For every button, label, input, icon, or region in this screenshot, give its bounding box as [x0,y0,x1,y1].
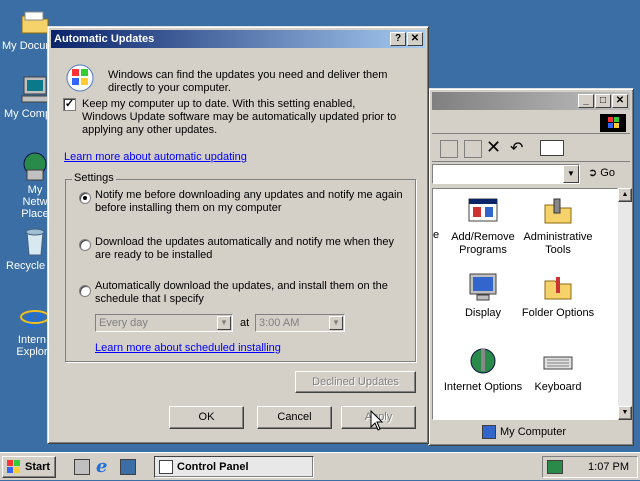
close-button[interactable]: ✕ [407,32,423,46]
cp-item-label: Administrative Tools [523,231,593,256]
go-button[interactable]: ➲ Go [588,166,615,179]
schedule-day-value: Every day [99,317,148,329]
cp-item-display[interactable]: Display [443,271,523,320]
menu-bar [432,112,630,134]
clock[interactable]: 1:07 PM [588,461,629,473]
taskbar-task-label: Control Panel [177,461,249,473]
control-panel-icon [159,460,173,474]
go-arrow-icon: ➲ [588,167,598,179]
content-area: e Add/Remove Programs Administrative Too… [432,188,618,420]
keep-up-to-date-checkbox[interactable]: ✓ [63,98,76,111]
schedule-day-select[interactable]: Every day ▼ [95,314,233,332]
go-label: Go [600,167,615,179]
option-download-label[interactable]: Download the updates automatically and n… [95,236,410,262]
status-text: My Computer [500,426,567,438]
undo-icon[interactable]: ↶ [510,138,523,158]
settings-group-label: Settings [72,172,116,184]
start-button[interactable]: Start [2,456,56,478]
dialog-titlebar[interactable]: Automatic Updates ? ✕ [51,30,425,48]
minimize-button[interactable]: _ [578,94,594,108]
partial-label: e [433,229,440,241]
system-tray: 1:07 PM [542,456,638,478]
windows-logo-icon [7,460,21,474]
close-button[interactable]: ✕ [612,94,628,108]
network-tray-icon[interactable] [547,460,563,474]
folder-options-icon [542,271,574,303]
quick-launch-desktop-icon[interactable] [74,459,90,475]
delete-icon[interactable]: ✕ [486,137,501,158]
chevron-down-icon[interactable]: ▼ [329,316,343,330]
start-label: Start [25,461,51,473]
status-bar: My Computer [432,424,630,442]
cp-item-label: Add/Remove Programs [451,231,515,256]
cp-item-keyboard[interactable]: Keyboard [518,345,598,394]
vertical-scrollbar[interactable]: ▲ ▼ [618,188,632,420]
option-notify-label[interactable]: Notify me before downloading any updates… [95,189,405,215]
cp-item-label: Keyboard [534,381,582,393]
cancel-button[interactable]: Cancel [257,406,332,429]
windows-update-icon [64,61,96,93]
keep-up-to-date-label: Keep my computer up to date. With this s… [82,98,397,136]
cp-item-label: Display [464,307,502,319]
chevron-down-icon[interactable]: ▼ [563,165,579,183]
cp-item-folder-options[interactable]: Folder Options [518,271,598,320]
cp-item-label: Internet Options [443,381,523,393]
add-remove-programs-icon [467,195,499,227]
quick-launch-channels-icon[interactable] [120,459,136,475]
learn-more-auto-link[interactable]: Learn more about automatic updating [64,151,247,164]
option-schedule-label[interactable]: Automatically download the updates, and … [95,280,395,306]
toolbar: ✕ ↶ [432,136,630,162]
schedule-time-value: 3:00 AM [259,317,300,329]
internet-options-icon [467,345,499,377]
scroll-up-button[interactable]: ▲ [618,188,632,202]
ok-button[interactable]: OK [169,406,244,429]
option-schedule-radio[interactable] [79,285,91,297]
declined-updates-button[interactable]: Declined Updates [295,371,416,393]
schedule-time-select[interactable]: 3:00 AM ▼ [255,314,345,332]
admin-tools-icon [542,195,574,227]
intro-text: Windows can find the updates you need an… [108,69,388,94]
help-button[interactable]: ? [390,32,406,46]
at-label: at [240,317,250,329]
quick-launch-ie-icon[interactable]: e [96,456,107,477]
display-icon [467,271,499,303]
cp-item-label: Folder Options [521,307,595,319]
move-to-icon[interactable] [440,140,458,158]
maximize-button[interactable]: □ [595,94,611,108]
keyboard-icon [542,345,574,377]
taskbar: Start e Control Panel 1:07 PM [0,452,640,480]
learn-more-schedule-link[interactable]: Learn more about scheduled installing [95,342,281,355]
views-icon[interactable] [540,140,564,156]
windows-logo-icon [600,114,626,132]
taskbar-button-control-panel[interactable]: Control Panel [154,456,314,478]
status-computer-icon [482,425,496,439]
cp-item-internet-options[interactable]: Internet Options [443,345,523,394]
copy-to-icon[interactable] [464,140,482,158]
scroll-down-button[interactable]: ▼ [618,406,632,420]
option-notify-radio[interactable] [79,192,91,204]
dialog-title: Automatic Updates [54,33,155,45]
address-input[interactable]: ▼ [432,164,580,184]
control-panel-window[interactable]: _ □ ✕ ✕ ↶ ▼ ➲ Go e Add/Remove Programs A… [428,88,634,446]
mouse-pointer-icon [370,409,384,432]
cp-item-administrative-tools[interactable]: Administrative Tools [518,195,598,257]
chevron-down-icon[interactable]: ▼ [217,316,231,330]
option-download-radio[interactable] [79,239,91,251]
cp-item-add-remove-programs[interactable]: Add/Remove Programs [443,195,523,257]
desktop-icon-label: Intern Explor [16,334,48,358]
svg-text:e: e [25,301,44,332]
address-bar: ▼ ➲ Go [432,164,630,186]
automatic-updates-dialog[interactable]: Automatic Updates ? ✕ Windows can find t… [47,26,429,444]
control-panel-titlebar[interactable]: _ □ ✕ [432,92,630,110]
